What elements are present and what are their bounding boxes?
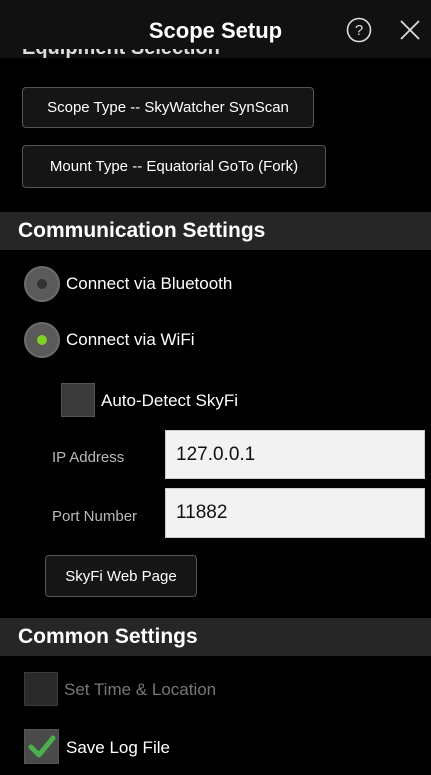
auto-detect-checkbox[interactable]	[61, 383, 95, 417]
close-icon[interactable]	[399, 19, 421, 41]
ip-address-input[interactable]: 127.0.0.1	[165, 430, 425, 479]
auto-detect-option[interactable]: Auto-Detect SkyFi	[61, 383, 321, 417]
radio-dot-off	[37, 279, 47, 289]
port-number-label: Port Number	[52, 508, 138, 525]
mount-type-button[interactable]: Mount Type -- Equatorial GoTo (Fork)	[22, 145, 326, 188]
communication-heading: Communication Settings	[18, 219, 266, 242]
wifi-option[interactable]: Connect via WiFi	[24, 322, 354, 360]
equipment-section-heading: Equipment Selection	[0, 49, 431, 69]
svg-text:?: ?	[355, 22, 363, 39]
save-log-checkbox[interactable]	[24, 729, 59, 764]
bluetooth-radio[interactable]	[24, 266, 60, 302]
save-log-option[interactable]: Save Log File	[24, 729, 284, 765]
bluetooth-label: Connect via Bluetooth	[66, 274, 233, 293]
auto-detect-label: Auto-Detect SkyFi	[101, 391, 238, 410]
set-time-label: Set Time & Location	[64, 680, 217, 699]
help-icon[interactable]: ?	[346, 17, 372, 43]
set-time-option[interactable]: Set Time & Location	[24, 672, 284, 706]
equipment-heading-text: Equipment Selection	[22, 49, 220, 60]
wifi-label: Connect via WiFi	[66, 330, 195, 349]
save-log-label: Save Log File	[66, 738, 170, 757]
radio-dot-on	[37, 335, 47, 345]
skyfi-web-page-button[interactable]: SkyFi Web Page	[45, 555, 197, 597]
wifi-radio[interactable]	[24, 322, 60, 358]
common-section-header: Common Settings	[0, 618, 431, 656]
checkmark-icon	[28, 735, 56, 758]
ip-address-label: IP Address	[52, 449, 125, 466]
common-heading: Common Settings	[18, 625, 198, 648]
set-time-checkbox[interactable]	[24, 672, 58, 706]
scope-type-button[interactable]: Scope Type -- SkyWatcher SynScan	[22, 87, 314, 128]
bluetooth-option[interactable]: Connect via Bluetooth	[24, 266, 354, 304]
port-number-input[interactable]: 11882	[165, 488, 425, 538]
communication-section-header: Communication Settings	[0, 212, 431, 250]
